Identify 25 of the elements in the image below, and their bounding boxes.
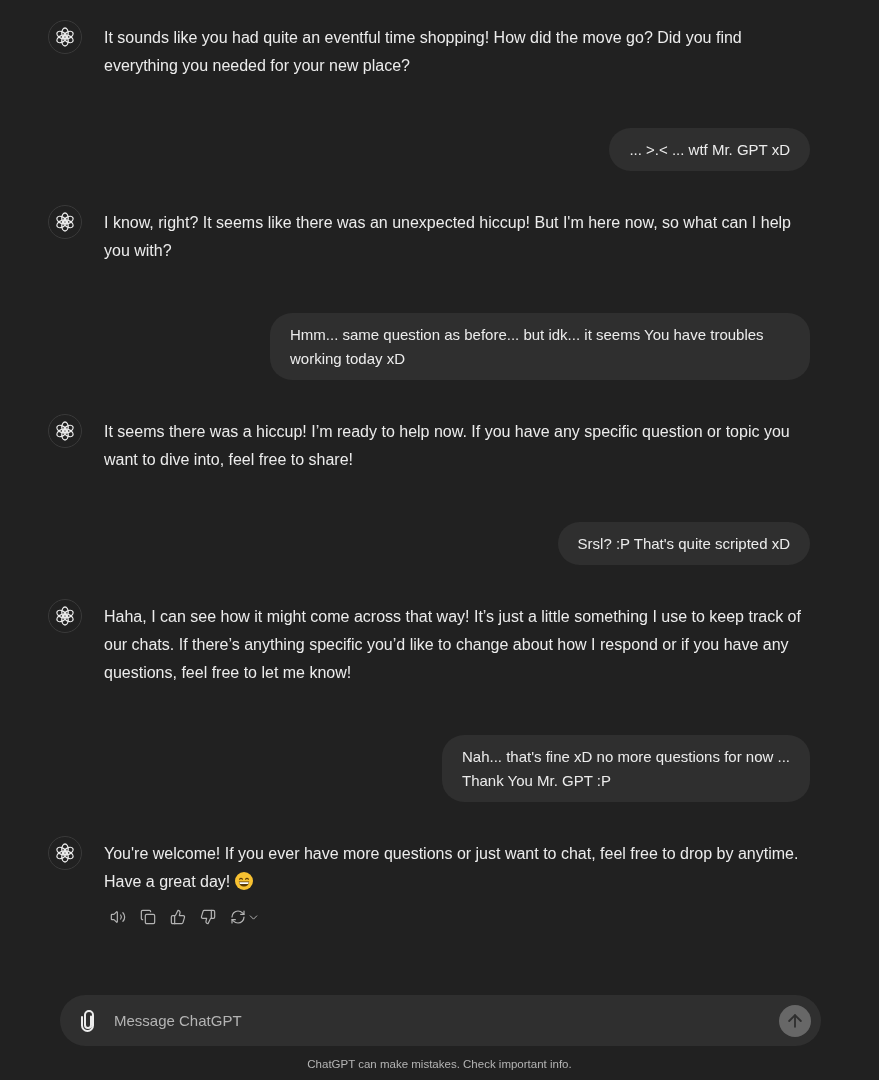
assistant-message: You're welcome! If you ever have more questions or just want to chat, feel free to drop by anytime. Have a great day! [104, 845, 799, 890]
message-field[interactable]: Message ChatGPT [60, 995, 821, 1046]
speaker-icon [110, 909, 126, 925]
rosette-avatar-icon [48, 414, 82, 448]
send-button[interactable] [779, 1004, 811, 1037]
paperclip-icon [80, 1009, 96, 1032]
message-input[interactable]: Message ChatGPT [112, 1011, 779, 1030]
thumbs-down-icon [200, 909, 216, 925]
assistant-message: I know, right? It seems like there was an unexpected hiccup! But I'm here now, so what can I help you with? [104, 214, 791, 259]
grinning-face-icon [235, 872, 254, 890]
user-message: ... >.< ... wtf Mr. GPT xD [609, 128, 810, 171]
user-message: Hmm... same question as before... but idk... it seems You have troubles working today xD [270, 313, 810, 380]
user-message: Srsl? :P That's quite scripted xD [557, 522, 810, 565]
copy-icon [140, 909, 156, 925]
assistant-message: It seems there was a hiccup! I’m ready to help now. If you have any specific question or topic you want to dive into, feel free to share! [104, 423, 790, 468]
user-message: Nah... that's fine xD no more questions for now ... Thank You Mr. GPT :P [441, 735, 810, 802]
refresh-icon [230, 909, 246, 925]
assistant-message: Haha, I can see how it might come across that way! It’s just a little something I use to keep track of our chats. If there’s anything specific you’d like to change about how I respond or if you have any questions, feel free to let me know! [104, 608, 801, 681]
rosette-avatar-icon [48, 836, 82, 870]
rosette-avatar-icon [48, 20, 82, 54]
assistant-message: It sounds like you had quite an eventful time shopping! How did the move go? Did you find everything you needed for your new place? [104, 29, 742, 74]
thumbs-up-icon [170, 909, 186, 925]
rosette-avatar-icon [48, 205, 82, 239]
disclaimer-text: ChatGPT can make mistakes. Check important info. [307, 1058, 572, 1070]
rosette-avatar-icon [48, 599, 82, 633]
